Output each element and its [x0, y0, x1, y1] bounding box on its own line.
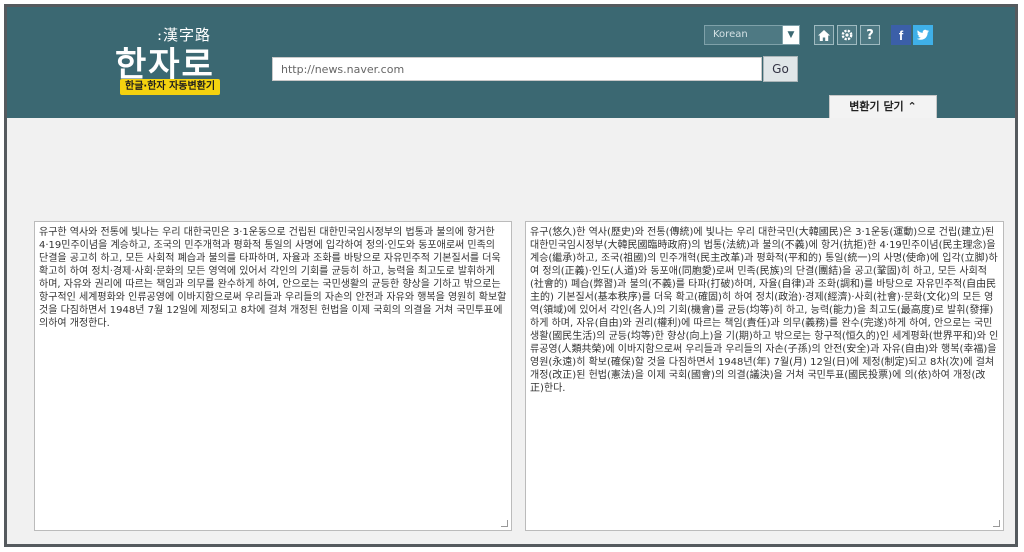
resize-handle[interactable]: [993, 520, 1000, 527]
logo-badge: 한글·한자 자동변환기: [120, 79, 221, 95]
app-frame: :漢字路 한자로 한글·한자 자동변환기 Go Korean ▼ ? f 변환기…: [4, 4, 1018, 547]
chevron-down-icon: ▼: [782, 26, 799, 44]
input-text: 유구한 역사와 전통에 빛나는 우리 대한국민은 3·1운동으로 건립된 대한민…: [39, 227, 507, 329]
resize-handle[interactable]: [501, 520, 508, 527]
close-converter-tab[interactable]: 변환기 닫기 ⌃: [829, 95, 937, 118]
twitter-icon[interactable]: [913, 25, 933, 45]
language-selected-label: Korean: [713, 29, 748, 40]
gear-icon[interactable]: [837, 25, 857, 45]
home-icon[interactable]: [814, 25, 834, 45]
help-button[interactable]: ?: [860, 25, 880, 45]
output-text: 유구(悠久)한 역사(歷史)와 전통(傳統)에 빛나는 우리 대한국민(大韓國民…: [530, 227, 999, 394]
language-select[interactable]: Korean ▼: [704, 25, 800, 45]
go-button[interactable]: Go: [763, 56, 798, 82]
facebook-icon[interactable]: f: [891, 25, 911, 45]
input-text-panel[interactable]: 유구한 역사와 전통에 빛나는 우리 대한국민은 3·1운동으로 건립된 대한민…: [34, 221, 512, 531]
url-input[interactable]: [272, 57, 762, 81]
header-bar: :漢字路 한자로 한글·한자 자동변환기 Go Korean ▼ ? f 변환기…: [7, 7, 1015, 118]
output-text-panel[interactable]: 유구(悠久)한 역사(歷史)와 전통(傳統)에 빛나는 우리 대한국민(大韓國民…: [525, 221, 1004, 531]
